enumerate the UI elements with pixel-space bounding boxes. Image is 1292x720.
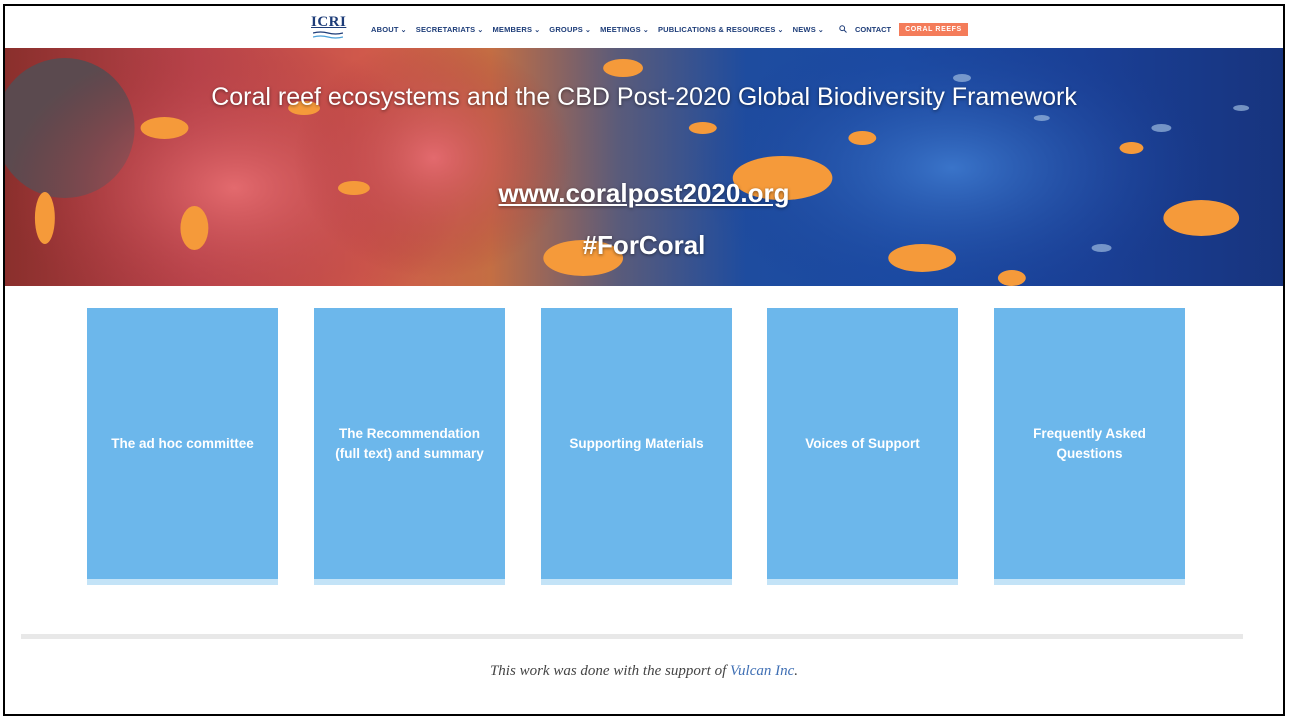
waves-icon bbox=[313, 31, 343, 39]
browser-frame: ICRI ABOUT ⌄ SECRETARIATS ⌄ MEMBERS ⌄ GROUP… bbox=[3, 4, 1285, 716]
footer-suffix: . bbox=[794, 663, 799, 679]
card-recommendation[interactable]: The Recommendation (full text) and summa… bbox=[314, 308, 505, 585]
menu-publications[interactable]: PUBLICATIONS & RESOURCES ⌄ bbox=[658, 25, 784, 34]
logo-text: ICRI bbox=[311, 14, 347, 30]
menu-secretariats[interactable]: SECRETARIATS ⌄ bbox=[416, 25, 484, 34]
chevron-down-icon: ⌄ bbox=[534, 27, 541, 34]
chevron-down-icon: ⌄ bbox=[817, 27, 824, 34]
card-label: Supporting Materials bbox=[569, 435, 704, 451]
website-link[interactable]: www.coralpost2020.org bbox=[5, 178, 1283, 209]
menu-meetings[interactable]: MEETINGS ⌄ bbox=[600, 25, 649, 34]
menu-news[interactable]: NEWS ⌄ bbox=[793, 25, 824, 34]
footer-text: This work was done with the support of bbox=[489, 663, 730, 679]
card-supporting-materials[interactable]: Supporting Materials bbox=[541, 308, 732, 585]
card-label: Voices of Support bbox=[805, 435, 920, 451]
card-label: The Recommendation (full text) and summa… bbox=[335, 425, 484, 461]
footer-note: This work was done with the support of V… bbox=[5, 663, 1283, 680]
chevron-down-icon: ⌄ bbox=[585, 27, 592, 34]
vulcan-link[interactable]: Vulcan Inc bbox=[730, 663, 794, 679]
card-voices-of-support[interactable]: Voices of Support bbox=[767, 308, 958, 585]
menu-groups[interactable]: GROUPS ⌄ bbox=[549, 25, 591, 34]
card-faq[interactable]: Frequently Asked Questions bbox=[994, 308, 1185, 585]
icri-logo[interactable]: ICRI bbox=[311, 14, 347, 40]
contact-link[interactable]: CONTACT bbox=[855, 25, 891, 34]
search-icon[interactable] bbox=[839, 24, 847, 35]
main-menu: ABOUT ⌄ SECRETARIATS ⌄ MEMBERS ⌄ GROUPS ⌄ ME… bbox=[371, 23, 968, 36]
hero-banner: Coral reef ecosystems and the CBD Post-2… bbox=[5, 48, 1283, 286]
top-navigation: ICRI ABOUT ⌄ SECRETARIATS ⌄ MEMBERS ⌄ GROUP… bbox=[5, 6, 1283, 48]
hero-title: Coral reef ecosystems and the CBD Post-2… bbox=[211, 83, 1077, 111]
card-label: Frequently Asked Questions bbox=[1033, 425, 1146, 461]
card-ad-hoc-committee[interactable]: The ad hoc committee bbox=[87, 308, 278, 585]
chevron-down-icon: ⌄ bbox=[400, 27, 407, 34]
section-divider bbox=[21, 634, 1243, 639]
hashtag: #ForCoral bbox=[582, 230, 706, 260]
menu-about[interactable]: ABOUT ⌄ bbox=[371, 25, 407, 34]
coral-reefs-button[interactable]: CORAL REEFS bbox=[899, 23, 968, 36]
menu-members[interactable]: MEMBERS ⌄ bbox=[492, 25, 540, 34]
card-label: The ad hoc committee bbox=[111, 435, 254, 451]
chevron-down-icon: ⌄ bbox=[642, 27, 649, 34]
chevron-down-icon: ⌄ bbox=[477, 27, 484, 34]
chevron-down-icon: ⌄ bbox=[777, 27, 784, 34]
